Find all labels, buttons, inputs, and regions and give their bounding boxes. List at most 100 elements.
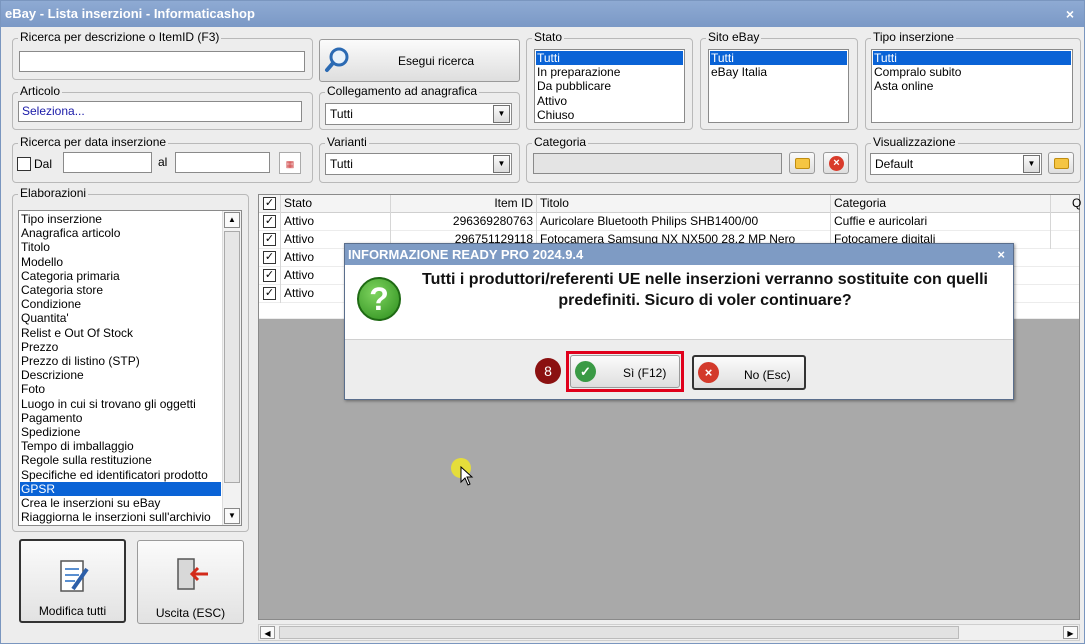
status-item[interactable]: In preparazione (536, 65, 683, 79)
search-description-input[interactable] (19, 51, 305, 72)
grid-hscrollbar[interactable]: ◀ ▶ (258, 624, 1080, 641)
processing-item[interactable]: Categoria store (20, 283, 221, 297)
question-icon: ? (357, 277, 401, 321)
status-item[interactable]: Chiuso (536, 108, 683, 122)
variants-value: Tutti (330, 157, 353, 171)
scroll-up-icon[interactable]: ▲ (224, 212, 240, 228)
folder-icon[interactable] (789, 152, 815, 174)
site-label: Sito eBay (706, 30, 762, 44)
yes-label: Sì (F12) (623, 366, 667, 380)
chevron-down-icon[interactable]: ▼ (493, 155, 510, 173)
row-check[interactable]: ✓ (259, 231, 281, 249)
site-item[interactable]: eBay Italia (710, 65, 847, 79)
view-combo[interactable]: Default ▼ (870, 153, 1042, 175)
status-item[interactable]: Tutti (536, 51, 683, 66)
variants-combo[interactable]: Tutti ▼ (325, 153, 512, 175)
processing-item[interactable]: Categoria primaria (20, 269, 221, 283)
edit-document-icon (60, 560, 89, 592)
date-checkbox[interactable] (17, 157, 31, 171)
chevron-down-icon[interactable]: ▼ (493, 105, 510, 123)
header-quantity[interactable]: Q (1069, 195, 1081, 213)
listing-type-listbox[interactable]: Tutti Compralo subito Asta online (871, 49, 1073, 123)
row-checkbox[interactable]: ✓ (263, 215, 276, 228)
processing-item[interactable]: Pagamento (20, 411, 221, 425)
listing-type-item[interactable]: Tutti (873, 51, 1071, 66)
processing-item[interactable]: Prezzo di listino (STP) (20, 354, 221, 368)
variants-label: Varianti (325, 135, 369, 149)
scroll-left-icon[interactable]: ◀ (260, 626, 275, 639)
scroll-thumb[interactable] (224, 231, 240, 483)
date-from-label: Dal (34, 157, 53, 171)
link-combo[interactable]: Tutti ▼ (325, 103, 512, 125)
execute-search-button[interactable]: Esegui ricerca (319, 39, 520, 82)
category-input[interactable] (533, 153, 782, 174)
header-itemid[interactable]: Item ID (391, 195, 537, 213)
step-badge: 8 (535, 358, 561, 384)
calendar-icon[interactable]: ▦ (279, 152, 301, 174)
processing-item[interactable]: Relist e Out Of Stock (20, 326, 221, 340)
no-button[interactable]: × No (Esc) (692, 355, 806, 390)
row-checkbox[interactable]: ✓ (263, 269, 276, 282)
row-checkbox[interactable]: ✓ (263, 233, 276, 246)
row-checkbox[interactable]: ✓ (263, 251, 276, 264)
row-check[interactable]: ✓ (259, 267, 281, 285)
exit-label: Uscita (ESC) (155, 606, 226, 620)
processing-item[interactable]: Riaggiorna le inserzioni sull'archivio (20, 510, 221, 524)
processing-item[interactable]: Condizione (20, 297, 221, 311)
header-status[interactable]: Stato (281, 195, 391, 213)
folder-icon[interactable] (1048, 152, 1074, 174)
processing-item[interactable]: Titolo (20, 240, 221, 254)
date-to-label: al (158, 155, 168, 169)
processing-item[interactable]: Luogo in cui si trovano gli oggetti (20, 397, 221, 411)
processing-item[interactable]: Specifiche ed identificatori prodotto (20, 468, 221, 482)
processing-item[interactable]: Regole sulla restituzione (20, 453, 221, 467)
listing-type-item[interactable]: Compralo subito (873, 65, 1071, 79)
site-listbox[interactable]: Tutti eBay Italia (708, 49, 849, 123)
date-from-input[interactable] (63, 152, 152, 173)
chevron-down-icon[interactable]: ▼ (1023, 155, 1040, 173)
processing-item-selected[interactable]: GPSR (20, 481, 221, 497)
title-bar: eBay - Lista inserzioni - Informaticasho… (1, 1, 1084, 27)
yes-button[interactable]: ✓ Sì (F12) (570, 355, 680, 388)
status-item[interactable]: Da pubblicare (536, 79, 683, 93)
processing-item[interactable]: Descrizione (20, 368, 221, 382)
processing-item[interactable]: Tipo inserzione (20, 212, 221, 226)
processing-item[interactable]: Spedizione (20, 425, 221, 439)
edit-all-label: Modifica tutti (38, 604, 107, 618)
table-row[interactable]: ✓ Attivo 296369280763 Auricolare Bluetoo… (259, 213, 1079, 231)
processing-item[interactable]: Foto (20, 382, 221, 396)
processing-item[interactable]: Quantita' (20, 311, 221, 325)
processing-item[interactable]: Modello (20, 255, 221, 269)
processing-item[interactable]: Tempo di imballaggio (20, 439, 221, 453)
row-check[interactable]: ✓ (259, 285, 281, 303)
header-category[interactable]: Categoria (831, 195, 1051, 213)
processing-listbox[interactable]: Tipo inserzione Anagrafica articolo Tito… (18, 210, 242, 526)
row-checkbox[interactable]: ✓ (263, 287, 276, 300)
date-to-input[interactable] (175, 152, 270, 173)
scroll-down-icon[interactable]: ▼ (224, 508, 240, 524)
article-select[interactable]: Seleziona... (18, 101, 302, 122)
header-check[interactable]: ✓ (259, 195, 281, 213)
status-item[interactable]: Attivo (536, 94, 683, 108)
clear-icon[interactable]: × (823, 152, 849, 174)
dialog-close-button[interactable]: × (997, 244, 1005, 265)
processing-item[interactable]: Crea le inserzioni su eBay (20, 496, 221, 510)
scroll-right-icon[interactable]: ▶ (1063, 626, 1078, 639)
select-all-checkbox[interactable]: ✓ (263, 197, 276, 210)
dialog-body: ? Tutti i produttori/referenti UE nelle … (345, 265, 1013, 340)
dialog-title: INFORMAZIONE READY PRO 2024.9.4 (348, 247, 584, 262)
listing-type-item[interactable]: Asta online (873, 79, 1071, 93)
site-item[interactable]: Tutti (710, 51, 847, 66)
processing-item[interactable]: Anagrafica articolo (20, 226, 221, 240)
processing-item[interactable]: Prezzo (20, 340, 221, 354)
processing-scrollbar[interactable]: ▲ ▼ (222, 211, 241, 525)
mouse-pointer-icon (460, 466, 474, 486)
edit-all-button[interactable]: Modifica tutti (19, 539, 126, 623)
header-title[interactable]: Titolo (537, 195, 831, 213)
exit-button[interactable]: Uscita (ESC) (137, 540, 244, 624)
close-window-button[interactable]: × (1066, 1, 1074, 27)
scroll-thumb[interactable] (279, 626, 959, 639)
status-listbox[interactable]: Tutti In preparazione Da pubblicare Atti… (534, 49, 685, 123)
row-check[interactable]: ✓ (259, 213, 281, 231)
row-check[interactable]: ✓ (259, 249, 281, 267)
